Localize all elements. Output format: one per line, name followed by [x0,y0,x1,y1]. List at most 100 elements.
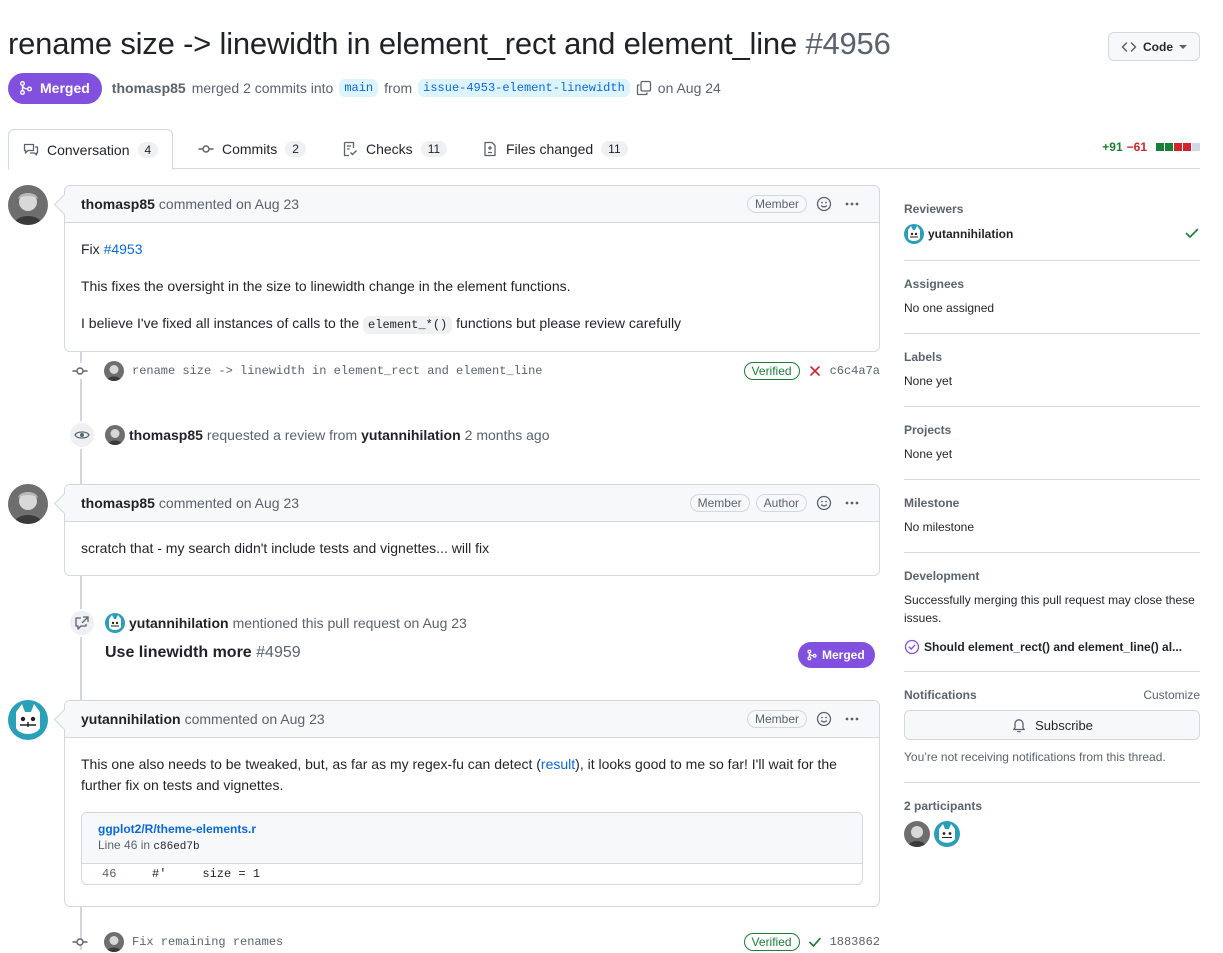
comment-author[interactable]: thomasp85 [81,196,155,212]
avatar[interactable] [934,821,960,847]
event-reviewer[interactable]: yutannihilation [361,427,461,443]
verified-badge[interactable]: Verified [743,362,800,380]
labels-section: Labels None yet [904,334,1200,407]
development-section: Development Successfully merging this pu… [904,553,1200,672]
tab-checks[interactable]: Checks 11 [328,129,461,169]
avatar[interactable] [904,821,930,847]
comment-header: yutannihilation commented on Aug 23 Memb… [65,701,879,738]
side-heading[interactable]: Projects [904,423,951,437]
side-value: No milestone [904,520,975,534]
avatar[interactable] [104,932,124,952]
side-heading[interactable]: Development [904,569,979,583]
event-text: mentioned this pull request on Aug 23 [232,615,467,631]
linked-issue-title[interactable]: Should element_rect() and element_line()… [924,640,1182,654]
referenced-pr-state-label: Merged [822,648,865,662]
git-commit-icon [72,938,88,946]
tab-label: Commits [222,141,278,157]
state-badge: Merged [8,72,102,104]
commit-message[interactable]: Fix remaining renames [132,935,283,949]
reviewers-section: Reviewers yutannihilation [904,186,1200,261]
tab-label: Conversation [47,141,130,158]
kebab-horizontal-icon[interactable] [841,708,863,730]
merge-date: on Aug 24 [657,80,721,96]
copy-icon[interactable] [636,80,652,96]
issue-link[interactable]: #4953 [104,241,143,257]
head-branch[interactable]: issue-4953-element-linewidth [418,79,630,97]
side-heading[interactable]: Assignees [904,277,964,291]
check-icon[interactable] [808,935,822,949]
event-actor[interactable]: thomasp85 [129,427,203,443]
base-branch[interactable]: main [339,79,379,97]
comment-action: commented on Aug 23 [184,711,325,727]
avatar[interactable] [105,613,125,633]
tab-counter: 11 [601,141,628,157]
git-commit-icon [198,145,214,153]
smiley-icon[interactable] [813,492,835,514]
diffstat-additions: +91 [1102,140,1123,154]
tab-commits[interactable]: Commits 2 [184,129,320,169]
comment-discussion-icon [23,143,39,156]
code-button[interactable]: Code [1108,32,1200,61]
side-heading[interactable]: Reviewers [904,202,963,216]
snippet-sha[interactable]: c86ed7b [153,841,199,853]
diffstat-blocks [1155,143,1200,151]
tab-label: Checks [366,141,413,157]
kebab-horizontal-icon[interactable] [841,492,863,514]
file-diff-icon [484,141,496,157]
comment-author[interactable]: thomasp85 [81,495,155,511]
inline-code: element_*() [363,316,453,334]
merge-icon [20,81,32,95]
check-icon [1184,225,1200,244]
event-actor[interactable]: yutannihilation [129,615,229,631]
issue-closed-icon [904,639,920,655]
side-heading[interactable]: Milestone [904,496,959,510]
comment-author[interactable]: yutannihilation [81,711,181,727]
linked-issue[interactable]: Should element_rect() and element_line()… [904,639,1200,655]
role-badge: Member [746,195,807,213]
smiley-icon[interactable] [813,193,835,215]
avatar[interactable] [104,361,124,381]
customize-link[interactable]: Customize [1143,688,1200,702]
avatar[interactable] [904,224,924,244]
comment-text: functions but please review carefully [456,315,682,331]
avatar[interactable] [8,185,48,225]
participants-section: 2 participants [904,783,1200,863]
snippet-location: Line 46 in [98,838,151,852]
subscribe-button[interactable]: Subscribe [904,710,1200,740]
commit-row: rename size -> linewidth in element_rect… [72,359,880,383]
event-time[interactable]: 2 months ago [465,427,550,443]
tab-files-changed[interactable]: Files changed 11 [468,129,642,169]
avatar[interactable] [8,700,48,740]
smiley-icon[interactable] [813,708,835,730]
pr-tabs: Conversation 4 Commits 2 Checks 11 Files… [8,129,1200,170]
side-value: Successfully merging this pull request m… [904,593,1195,625]
reviewer-name[interactable]: yutannihilation [928,227,1013,241]
comment-body: Fix #4953 This fixes the oversight in th… [65,223,879,352]
avatar[interactable] [8,484,48,524]
x-icon[interactable] [808,364,822,378]
side-value: No one assigned [904,301,995,315]
commit-sha[interactable]: 1883862 [830,935,880,949]
result-link[interactable]: result [541,756,575,772]
referenced-pr-title[interactable]: Use linewidth more [105,644,252,661]
milestone-section: Milestone No milestone [904,480,1200,553]
author-link[interactable]: thomasp85 [112,80,186,96]
referenced-pr[interactable]: Use linewidth more #4959 [105,644,301,662]
avatar[interactable] [105,425,125,445]
side-heading[interactable]: Labels [904,350,942,364]
comment-body: scratch that - my search didn't include … [65,522,879,575]
commit-sha[interactable]: c6c4a7a [830,364,880,378]
commit-row: Fix remaining renames Verified 1883862 [72,930,880,953]
tab-counter: 11 [420,141,448,157]
verified-badge[interactable]: Verified [743,933,800,951]
comment-2: thomasp85 commented on Aug 23 Member Aut… [64,484,880,576]
snippet-file-link[interactable]: ggplot2/R/theme-elements.r [98,821,846,837]
tab-conversation[interactable]: Conversation 4 [8,129,174,170]
mention-event: yutannihilation mentioned this pull requ… [68,609,467,637]
comment-text: This one also needs to be tweaked, but, … [81,756,541,772]
bell-icon [1013,719,1026,733]
from-text: from [384,80,413,96]
kebab-horizontal-icon[interactable] [841,193,863,215]
commit-message[interactable]: rename size -> linewidth in element_rect… [132,364,542,378]
role-badge: Member [746,710,807,728]
